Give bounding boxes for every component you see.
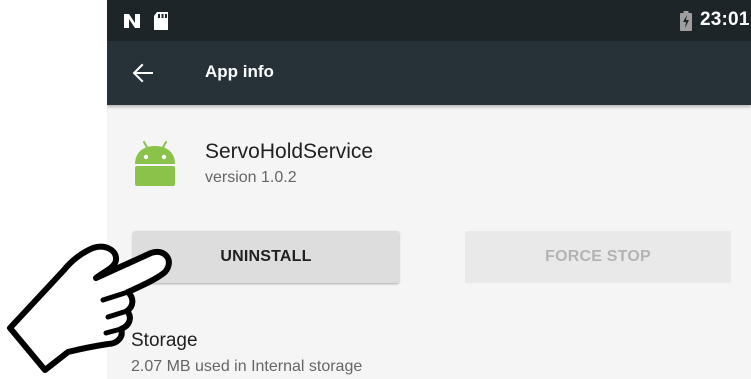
status-clock: 23:01 (700, 9, 750, 30)
app-name: ServoHoldService (205, 140, 374, 163)
page-title: App info (205, 62, 274, 81)
sd-card-icon (154, 12, 168, 30)
nfc-icon (124, 14, 140, 28)
force-stop-button: FORCE STOP (465, 231, 731, 283)
android-screen: 23:01 App info ServoHoldService version … (107, 0, 751, 379)
app-bar: App info (107, 41, 751, 105)
status-bar: 23:01 (107, 0, 751, 41)
arrow-back-icon[interactable] (127, 57, 159, 89)
pointing-hand-icon (7, 243, 172, 373)
app-version: version 1.0.2 (205, 169, 297, 186)
app-header: ServoHoldService version 1.0.2 (107, 105, 751, 205)
android-icon (135, 141, 175, 186)
battery-charging-icon (680, 11, 692, 31)
